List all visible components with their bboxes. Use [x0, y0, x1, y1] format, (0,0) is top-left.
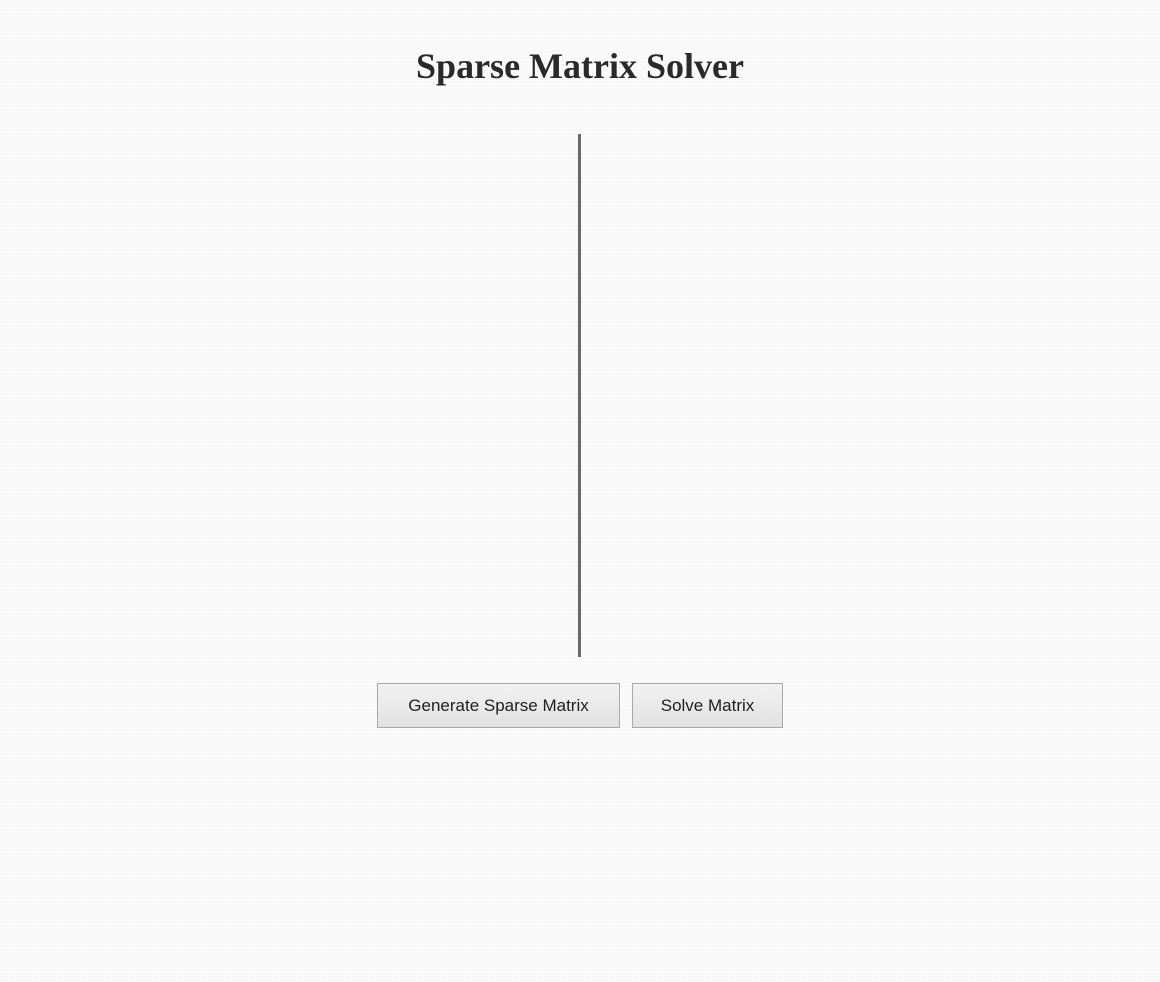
matrix-display	[578, 134, 581, 657]
button-row: Generate Sparse Matrix Solve Matrix	[0, 683, 1160, 728]
generate-sparse-matrix-button[interactable]: Generate Sparse Matrix	[377, 683, 620, 728]
page-title: Sparse Matrix Solver	[416, 46, 744, 86]
solve-matrix-button[interactable]: Solve Matrix	[632, 683, 783, 728]
